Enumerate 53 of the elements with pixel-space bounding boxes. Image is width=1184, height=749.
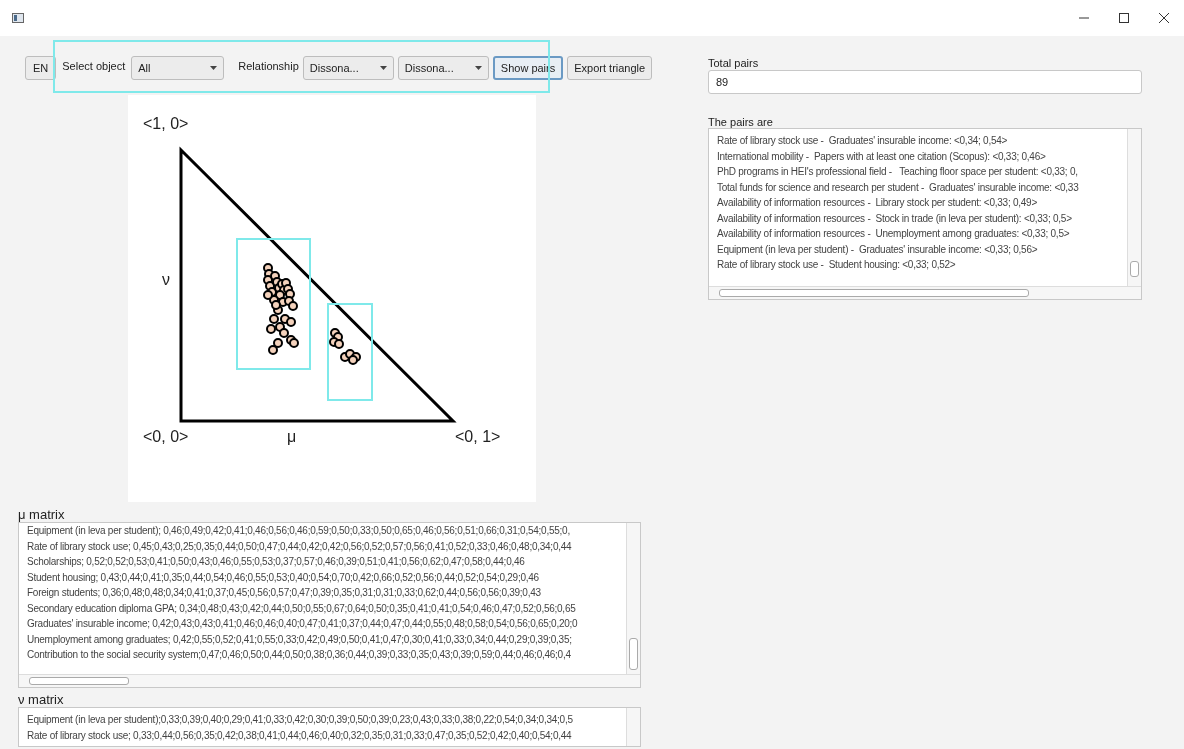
relationship-dropdown[interactable]: Dissona... xyxy=(302,56,394,80)
text-line: Student housing; 0,43;0,44;0,41;0,35;0,44;0,54;0,46;0,55;0,53;0,40;0,54;0,70;0,42;0,66;0,52;0,56;0,44;0,52;0,54;0,29;0,46 xyxy=(27,570,539,585)
object-dropdown[interactable]: All xyxy=(131,56,225,80)
horizontal-scrollbar[interactable] xyxy=(19,674,640,687)
text-line: Secondary education diploma GPA; 0,34;0,48;0,43;0,42;0,44;0,50;0,55;0,67;0,64;0,50;0,35;0,41;0,41;0,54;0,46;0,47;0,52;0,56;0,65 xyxy=(27,601,576,616)
vertex-label: <0, 0> xyxy=(143,428,189,446)
relationship-label: Relationship xyxy=(238,59,299,74)
axis-label: ν xyxy=(162,271,170,289)
caret-icon xyxy=(379,66,387,70)
text-line: Rate of library stock use - Student housing: <0,33; 0,52> xyxy=(717,258,956,272)
text-line: Availability of information resources - Unemployment among graduates: <0,33; 0,5> xyxy=(717,227,1070,241)
caret-icon xyxy=(210,66,218,70)
data-point-cluster xyxy=(329,328,361,365)
vertical-scrollbar[interactable] xyxy=(626,708,640,746)
text-line: Foreign students; 0,36;0,48;0,48;0,34;0,41;0,37;0,45;0,56;0,57;0,47;0,39;0,35;0,31;0,31;0,33;0,62;0,44;0,56;0,56;0,39;0,43 xyxy=(27,586,541,600)
vertical-scrollbar[interactable] xyxy=(626,523,640,675)
close-icon xyxy=(1159,13,1169,23)
caret-icon xyxy=(474,66,482,70)
toolbar-button[interactable]: Show pairs xyxy=(492,56,564,80)
text-line: Contribution to the social security system;0,47;0,46;0,50;0,44;0,50;0,38;0,36;0,44;0,39;0,33;0,35;0,43;0,39;0,59;0,44;0,46;0,46;0,4 xyxy=(27,648,571,662)
axis-label: μ xyxy=(287,428,297,446)
text-line: Rate of library stock use; 0,33;0,44;0,56;0,35;0,42;0,38;0,41;0,44;0,46;0,40;0,32;0,35;0,31;0,33;0,47;0,35;0,52;0,42;0,40;0,54;0,44 xyxy=(27,728,572,743)
text-line: Rate of library stock use - Graduates' insurable income: <0,34; 0,54> xyxy=(717,134,1008,148)
maximize-icon xyxy=(1119,13,1129,23)
total-pairs-label: Total pairs xyxy=(708,56,760,70)
text-line: Availability of information resources - Stock in trade (in leva per student): <0,33; 0,5> xyxy=(717,211,1072,226)
text-line: Equipment (in leva per student);0,33;0,39;0,40;0,29;0,41;0,33;0,42;0,30;0,39;0,50;0,39;0,23;0,43;0,33;0,38;0,22;0,54;0,34;0,34;0,5 xyxy=(27,713,573,727)
text-line: Graduates' insurable income; 0,42;0,43;0,43;0,41;0,46;0,46;0,40;0,47;0,41;0,37;0,44;0,47;0,44;0,55;0,48;0,58;0,54;0,56;0,65;0,20;0 xyxy=(27,617,578,631)
language-button[interactable]: EN xyxy=(25,56,57,80)
text-line: Equipment (in leva per student) - Graduates' insurable income: <0,33; 0,56> xyxy=(717,242,1038,257)
matrix-text-area[interactable] xyxy=(18,707,641,747)
pairs-label: The pairs are xyxy=(708,116,774,128)
text-line: Total funds for science and research per student - Graduates' insurable income: <0,33 xyxy=(717,180,1079,195)
total-pairs-field[interactable]: 89 xyxy=(708,70,1142,94)
relationship-dropdown[interactable]: Dissona... xyxy=(397,56,489,80)
text-line: International mobility - Papers with at least one citation (Scopus): <0,33; 0,46> xyxy=(717,149,1046,164)
pairs-text-area[interactable] xyxy=(708,128,1142,300)
text-line: PhD programs in HEI's professional field - Teaching floor space per student: <0,33; 0, xyxy=(717,165,1078,179)
matrix-label: ν matrix xyxy=(18,693,65,707)
vertical-scrollbar[interactable] xyxy=(1127,129,1141,287)
matrix-text-area[interactable] xyxy=(18,522,641,688)
text-line: Equipment (in leva per student); 0,46;0,49;0,42;0,41;0,46;0,56;0,46;0,59;0,50;0,33;0,50;0,65;0,46;0,56;0,51;0,66;0,31;0,54;0,55;0, xyxy=(27,524,570,538)
app-icon xyxy=(12,13,24,23)
toolbar-button[interactable]: Export triangle xyxy=(567,56,653,80)
horizontal-scrollbar[interactable] xyxy=(709,286,1141,299)
vertex-label: <0, 1> xyxy=(455,428,501,446)
text-line: Rate of library stock use; 0,45;0,43;0,25;0,35;0,44;0,50;0,47;0,44;0,42;0,42;0,56;0,52;0,57;0,56;0,41;0,52;0,33;0,46;0,48;0,34;0,44 xyxy=(27,539,572,554)
text-line: Scholarships; 0,52;0,52;0,53;0,41;0,50;0,43;0,46;0,55;0,53;0,37;0,57;0,46;0,39;0,51;0,41;0,56;0,62;0,47;0,58;0,44;0,46 xyxy=(27,555,525,569)
vertex-label: <1, 0> xyxy=(143,115,189,133)
select-object-label: Select object xyxy=(62,59,126,74)
text-line: Unemployment among graduates; 0,42;0,55;0,52;0,41;0,55;0,33;0,42;0,49;0,50;0,41;0,47;0,30;0,41;0,33;0,34;0,44;0,29;0,39;0,35; xyxy=(27,632,572,647)
text-line: Availability of information resources - Library stock per student: <0,33; 0,49> xyxy=(717,196,1037,210)
matrix-label: μ matrix xyxy=(18,508,66,522)
